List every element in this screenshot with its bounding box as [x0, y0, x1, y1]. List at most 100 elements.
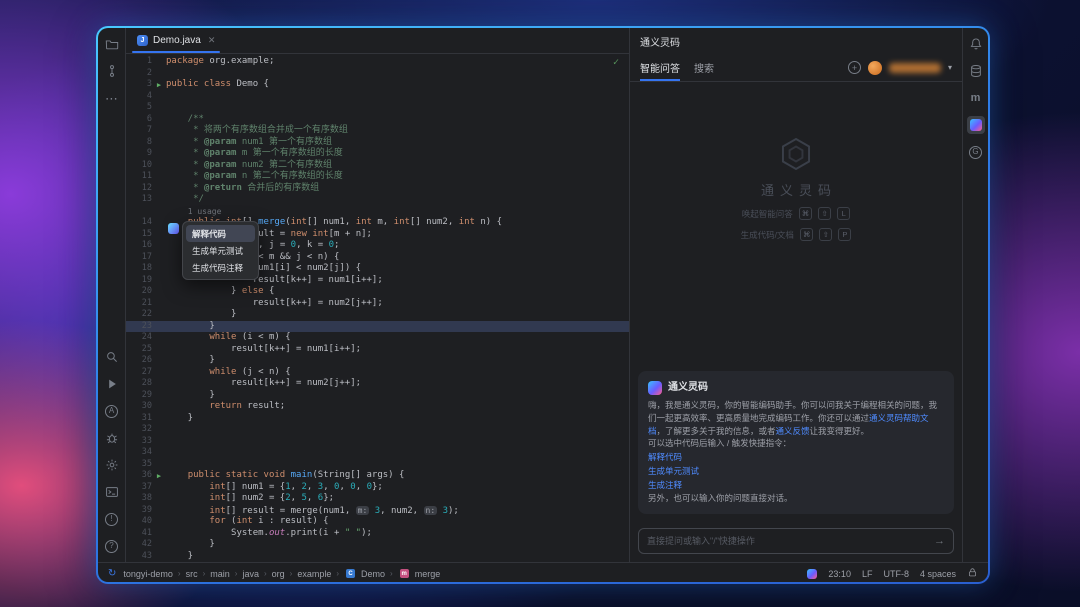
- key-cmd: ⌘: [800, 228, 814, 241]
- breadcrumb-class-demo[interactable]: Demo: [361, 569, 385, 579]
- gutter-spacer: [152, 206, 166, 218]
- inlay-hint-row[interactable]: 1 usage: [126, 206, 629, 218]
- tab-demo-java[interactable]: J Demo.java ✕: [128, 28, 224, 53]
- breadcrumb-method-merge[interactable]: merge: [415, 569, 441, 579]
- avatar[interactable]: [868, 61, 882, 75]
- lock-icon[interactable]: [967, 567, 978, 580]
- gutter-spacer: [152, 413, 166, 425]
- caret-position[interactable]: 23:10: [828, 569, 851, 579]
- debug-icon[interactable]: [103, 429, 121, 447]
- code-line[interactable]: 21 result[k++] = num2[j++];: [126, 298, 629, 310]
- code-text: [166, 424, 629, 436]
- code-line[interactable]: 40 for (int i : result) {: [126, 516, 629, 528]
- tab-search[interactable]: 搜索: [694, 54, 714, 81]
- code-line[interactable]: 38 int[] num2 = {2, 5, 6};: [126, 493, 629, 505]
- code-line[interactable]: 39 int[] result = merge(num1, m: 3, num2…: [126, 505, 629, 517]
- sync-icon[interactable]: ↻: [108, 568, 116, 579]
- breadcrumb-src[interactable]: src: [186, 569, 198, 579]
- code-line[interactable]: 1package org.example;: [126, 56, 629, 68]
- breadcrumb-java[interactable]: java: [242, 569, 259, 579]
- code-line[interactable]: 4: [126, 91, 629, 103]
- lingma-inline-action-icon[interactable]: [168, 223, 179, 234]
- code-line[interactable]: 35: [126, 459, 629, 471]
- line-separator[interactable]: LF: [862, 569, 873, 579]
- gradle-icon[interactable]: G: [967, 143, 985, 161]
- code-editor[interactable]: ✓ 1package org.example;23▶public class D…: [126, 54, 629, 562]
- code-line[interactable]: 41 System.out.print(i + " ");: [126, 528, 629, 540]
- lingma-status-icon[interactable]: [807, 569, 817, 579]
- tab-smart-qa[interactable]: 智能问答: [640, 54, 680, 81]
- notifications-icon[interactable]: [967, 35, 985, 53]
- send-icon[interactable]: →: [934, 536, 945, 547]
- code-line[interactable]: 6 /**: [126, 114, 629, 126]
- code-line[interactable]: 34: [126, 447, 629, 459]
- breadcrumb-main[interactable]: main: [210, 569, 230, 579]
- file-encoding[interactable]: UTF-8: [883, 569, 909, 579]
- code-line[interactable]: 30 return result;: [126, 401, 629, 413]
- feedback-link[interactable]: 通义反馈: [776, 426, 810, 436]
- code-line[interactable]: 26 }: [126, 355, 629, 367]
- chevron-down-icon[interactable]: ▾: [948, 63, 952, 72]
- code-line[interactable]: 31 }: [126, 413, 629, 425]
- code-text: [166, 68, 629, 80]
- project-folder-icon[interactable]: [103, 35, 121, 53]
- code-line[interactable]: 29 }: [126, 390, 629, 402]
- terminal-icon[interactable]: [103, 483, 121, 501]
- new-session-icon[interactable]: +: [848, 61, 861, 74]
- breadcrumb-org[interactable]: org: [272, 569, 285, 579]
- run-arrow-icon[interactable]: ▶: [152, 79, 166, 91]
- gutter-spacer: [152, 56, 166, 68]
- indent-setting[interactable]: 4 spaces: [920, 569, 956, 579]
- code-line[interactable]: 32: [126, 424, 629, 436]
- code-line[interactable]: 8 * @param num1 第一个有序数组: [126, 137, 629, 149]
- code-line[interactable]: 24 while (i < m) {: [126, 332, 629, 344]
- gutter-spacer: [152, 114, 166, 126]
- tab-close-icon[interactable]: ✕: [208, 35, 216, 46]
- assistant-panel-title: 通义灵码: [640, 34, 680, 49]
- code-line[interactable]: 27 while (j < n) {: [126, 367, 629, 379]
- cmd-generate-unit-test[interactable]: 生成单元测试: [648, 465, 944, 478]
- cmd-explain-code[interactable]: 解释代码: [648, 451, 944, 464]
- code-line[interactable]: 22 }: [126, 309, 629, 321]
- code-line[interactable]: 10 * @param num2 第二个有序数组: [126, 160, 629, 172]
- code-line[interactable]: 7 * 将两个有序数组合并成一个有序数组: [126, 125, 629, 137]
- breadcrumb-example[interactable]: example: [297, 569, 331, 579]
- code-lines: 1package org.example;23▶public class Dem…: [126, 56, 629, 562]
- help-icon[interactable]: ?: [103, 537, 121, 555]
- code-line[interactable]: 42 }: [126, 539, 629, 551]
- code-line[interactable]: 33: [126, 436, 629, 448]
- database-icon[interactable]: [967, 62, 985, 80]
- menu-item-generate-comments[interactable]: 生成代码注释: [186, 259, 255, 276]
- code-line[interactable]: 37 int[] num1 = {1, 2, 3, 0, 0, 0};: [126, 482, 629, 494]
- cmd-generate-comments[interactable]: 生成注释: [648, 479, 944, 492]
- code-line[interactable]: 13 */: [126, 194, 629, 206]
- ai-assistant-icon[interactable]: A: [103, 402, 121, 420]
- menu-item-generate-unit-test[interactable]: 生成单元测试: [186, 242, 255, 259]
- code-line[interactable]: 20 } else {: [126, 286, 629, 298]
- search-icon[interactable]: [103, 348, 121, 366]
- code-line[interactable]: 11 * @param n 第二个有序数组的长度: [126, 171, 629, 183]
- code-line[interactable]: 36▶ public static void main(String[] arg…: [126, 470, 629, 482]
- code-line[interactable]: 2: [126, 68, 629, 80]
- code-line[interactable]: 43 }: [126, 551, 629, 563]
- code-line[interactable]: 25 result[k++] = num1[i++];: [126, 344, 629, 356]
- tongyi-lingma-icon[interactable]: [967, 116, 985, 134]
- code-line[interactable]: 5: [126, 102, 629, 114]
- gutter-spacer: [152, 493, 166, 505]
- more-tool-windows-icon[interactable]: ⋯: [103, 89, 121, 107]
- code-line[interactable]: 12 * @return 合并后的有序数组: [126, 183, 629, 195]
- breadcrumb-project[interactable]: tongyi-demo: [123, 569, 173, 579]
- code-line[interactable]: 23 }: [126, 321, 629, 333]
- code-line[interactable]: 9 * @param m 第一个有序数组的长度: [126, 148, 629, 160]
- run-icon[interactable]: [103, 375, 121, 393]
- maven-icon[interactable]: m: [967, 89, 985, 107]
- commit-icon[interactable]: [103, 62, 121, 80]
- chat-input[interactable]: [647, 536, 928, 546]
- services-gear-icon[interactable]: [103, 456, 121, 474]
- code-line[interactable]: 3▶public class Demo {: [126, 79, 629, 91]
- problems-icon[interactable]: !: [103, 510, 121, 528]
- code-line[interactable]: 28 result[k++] = num2[j++];: [126, 378, 629, 390]
- run-arrow-icon[interactable]: ▶: [152, 470, 166, 482]
- inspection-ok-icon[interactable]: ✓: [613, 57, 619, 68]
- menu-item-explain-code[interactable]: 解释代码: [186, 225, 255, 242]
